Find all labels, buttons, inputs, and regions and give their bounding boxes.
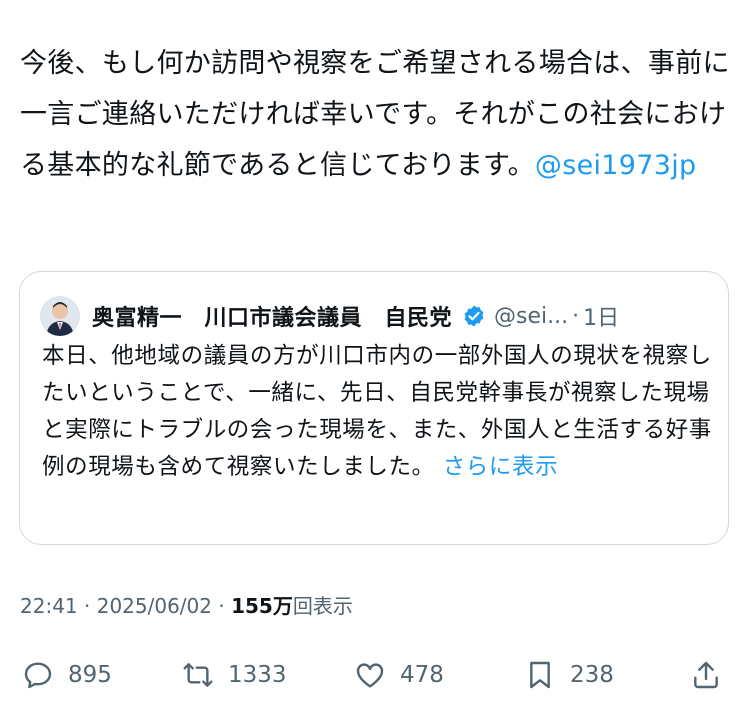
verified-badge-icon bbox=[464, 305, 484, 327]
quoted-author-handle[interactable]: @sei... bbox=[494, 304, 568, 329]
like-button[interactable]: 478 bbox=[354, 650, 444, 700]
tweet-text: 今後、もし何か訪問や視察をご希望される場合は、事前に一言ご連絡いただければ幸いで… bbox=[20, 38, 732, 191]
share-button[interactable] bbox=[690, 650, 736, 700]
quoted-tweet-header: 奥富精一 川口市議会議員 自民党 @sei... · 1日 bbox=[40, 294, 710, 338]
repost-icon bbox=[183, 663, 213, 687]
bookmark-button[interactable]: 238 bbox=[524, 650, 614, 700]
avatar[interactable] bbox=[40, 296, 80, 336]
repost-count: 1333 bbox=[228, 662, 287, 688]
reply-button[interactable]: 895 bbox=[22, 650, 112, 700]
separator-dot: · bbox=[572, 303, 580, 329]
tweet-meta: 22:41 · 2025/06/02 · 155万回表示 bbox=[20, 590, 353, 619]
reply-count: 895 bbox=[68, 662, 112, 688]
views-label: 回表示 bbox=[292, 594, 353, 618]
show-more-link[interactable]: さらに表示 bbox=[443, 454, 559, 480]
post-time[interactable]: 22:41 bbox=[20, 594, 78, 618]
like-icon bbox=[356, 663, 384, 688]
bookmark-icon bbox=[530, 661, 550, 689]
views-count: 155万 bbox=[231, 594, 293, 618]
quoted-tweet[interactable]: 奥富精一 川口市議会議員 自民党 @sei... · 1日 本日、他地域の議員の… bbox=[19, 271, 729, 545]
share-icon bbox=[694, 661, 718, 689]
quoted-author-name[interactable]: 奥富精一 川口市議会議員 自民党 bbox=[92, 300, 452, 332]
reply-icon bbox=[24, 662, 52, 689]
mention-link[interactable]: @sei1973jp bbox=[535, 150, 697, 181]
quoted-body-text: 本日、他地域の議員の方が川口市内の一部外国人の現状を視察したいということで、一緒… bbox=[42, 343, 712, 480]
separator-dot: · bbox=[84, 594, 91, 618]
separator-dot: · bbox=[218, 594, 225, 618]
bookmark-count: 238 bbox=[570, 662, 614, 688]
like-count: 478 bbox=[400, 662, 444, 688]
post-date[interactable]: 2025/06/02 bbox=[97, 594, 212, 618]
repost-button[interactable]: 1333 bbox=[182, 650, 287, 700]
quoted-tweet-body: 本日、他地域の議員の方が川口市内の一部外国人の現状を視察したいということで、一緒… bbox=[42, 338, 712, 486]
quoted-timestamp[interactable]: 1日 bbox=[583, 300, 619, 332]
action-bar: 895 1333 478 238 bbox=[0, 650, 750, 700]
